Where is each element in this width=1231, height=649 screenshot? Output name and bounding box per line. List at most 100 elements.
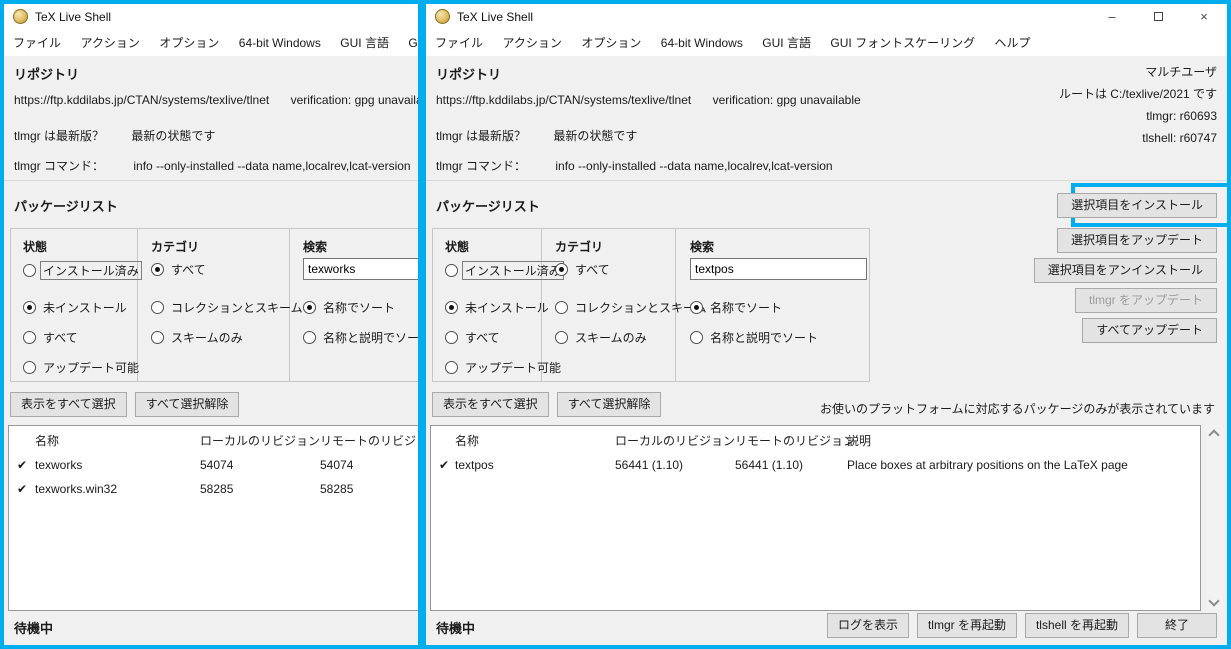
radio-installed[interactable]: インストール済み: [445, 261, 564, 280]
menu-platform[interactable]: 64-bit Windows: [661, 30, 743, 56]
quit-button[interactable]: 終了: [1137, 613, 1217, 638]
menu-help[interactable]: ヘルプ: [995, 30, 1031, 56]
radio-circle[interactable]: [690, 301, 703, 314]
search-input[interactable]: [303, 258, 422, 280]
tlmgr-command-line: tlmgr コマンド： info --only-installed --data…: [14, 157, 411, 174]
row-local-revision: 56441 (1.10): [615, 458, 683, 472]
select-all-displayed-button[interactable]: 表示をすべて選択: [10, 392, 127, 417]
menu-actions[interactable]: アクション: [80, 30, 139, 56]
radio-circle[interactable]: [445, 301, 458, 314]
menu-file[interactable]: ファイル: [435, 30, 483, 56]
radio-circle[interactable]: [151, 263, 164, 276]
menu-actions[interactable]: アクション: [502, 30, 561, 56]
tlmgr-version-line: tlmgr は最新版？ 最新の状態です: [14, 127, 215, 144]
column-header-local-revision[interactable]: ローカルのリビジョン: [200, 432, 320, 449]
repository-url: https://ftp.kddilabs.jp/CTAN/systems/tex…: [436, 93, 691, 107]
radio-category-all[interactable]: すべて: [151, 261, 206, 278]
menu-platform[interactable]: 64-bit Windows: [239, 30, 321, 56]
radio-sort-name-desc[interactable]: 名称と説明でソート: [303, 329, 422, 346]
radio-circle[interactable]: [555, 331, 568, 344]
radio-sort-name[interactable]: 名称でソート: [303, 299, 395, 316]
radio-not-installed[interactable]: 未インストール: [445, 299, 549, 316]
right-titlebar[interactable]: TeX Live Shell – ×: [426, 4, 1227, 30]
scroll-up-icon[interactable]: [1208, 429, 1219, 440]
radio-collections-schemes-label: コレクションとスキーム: [171, 299, 303, 316]
radio-all-status[interactable]: すべて: [23, 329, 78, 346]
row-check-icon[interactable]: ✔: [17, 458, 27, 472]
deselect-all-button[interactable]: すべて選択解除: [557, 392, 662, 417]
radio-circle[interactable]: [23, 264, 36, 277]
radio-sort-name[interactable]: 名称でソート: [690, 299, 782, 316]
update-selected-button[interactable]: 選択項目をアップデート: [1057, 228, 1217, 253]
left-titlebar[interactable]: TeX Live Shell: [4, 4, 422, 30]
install-selected-button[interactable]: 選択項目をインストール: [1057, 193, 1217, 218]
deselect-all-button[interactable]: すべて選択解除: [135, 392, 240, 417]
radio-sort-name-desc[interactable]: 名称と説明でソート: [690, 329, 818, 346]
radio-sort-name-label: 名称でソート: [323, 299, 395, 316]
selection-buttons: 表示をすべて選択 すべて選択解除: [432, 392, 661, 417]
radio-circle[interactable]: [555, 263, 568, 276]
radio-collections-schemes[interactable]: コレクションとスキーム: [555, 299, 707, 316]
radio-circle[interactable]: [690, 331, 703, 344]
status-filter-label: 状態: [23, 238, 47, 255]
radio-installed[interactable]: インストール済み: [23, 261, 142, 280]
window-title: TeX Live Shell: [457, 4, 533, 30]
left-window: TeX Live Shell ファイル アクション オプション 64-bit W…: [0, 0, 422, 649]
show-log-button[interactable]: ログを表示: [827, 613, 909, 638]
texlive-lion-icon: [13, 9, 28, 24]
category-filter-label: カテゴリ: [555, 238, 603, 255]
row-check-icon[interactable]: ✔: [439, 458, 449, 472]
menu-file[interactable]: ファイル: [13, 30, 61, 56]
radio-updatable[interactable]: アップデート可能: [445, 359, 561, 376]
radio-circle[interactable]: [445, 331, 458, 344]
column-header-local-revision[interactable]: ローカルのリビジョン: [615, 432, 735, 449]
menu-gui-font-scaling[interactable]: GUI フォントスケーリング: [408, 30, 422, 56]
table-scrollbar[interactable]: [1206, 425, 1223, 611]
row-check-icon[interactable]: ✔: [17, 482, 27, 496]
menu-gui-font-scaling[interactable]: GUI フォントスケーリング: [830, 30, 975, 56]
uninstall-selected-button[interactable]: 選択項目をアンインストール: [1034, 258, 1217, 283]
radio-category-all[interactable]: すべて: [555, 261, 610, 278]
radio-collections-schemes[interactable]: コレクションとスキーム: [151, 299, 303, 316]
update-all-button[interactable]: すべてアップデート: [1082, 318, 1217, 343]
menu-options[interactable]: オプション: [159, 30, 219, 56]
radio-not-installed-label: 未インストール: [465, 299, 549, 316]
menu-gui-language[interactable]: GUI 言語: [340, 30, 389, 56]
radio-schemes-only[interactable]: スキームのみ: [555, 329, 647, 346]
column-header-remote-revision[interactable]: リモートのリビジョン: [735, 432, 855, 449]
radio-circle[interactable]: [555, 301, 568, 314]
restart-tlmgr-button[interactable]: tlmgr を再起動: [917, 613, 1017, 638]
repository-verification: verification: gpg unavailable: [291, 93, 422, 107]
radio-circle[interactable]: [23, 331, 36, 344]
restart-tlshell-button[interactable]: tlshell を再起動: [1025, 613, 1129, 638]
radio-circle[interactable]: [151, 301, 164, 314]
radio-all-status[interactable]: すべて: [445, 329, 500, 346]
search-input[interactable]: [690, 258, 867, 280]
column-header-name[interactable]: 名称: [455, 432, 479, 449]
menu-options[interactable]: オプション: [581, 30, 641, 56]
radio-circle[interactable]: [303, 301, 316, 314]
scroll-down-icon[interactable]: [1208, 595, 1219, 606]
column-header-description[interactable]: 説明: [847, 432, 871, 449]
select-all-displayed-button[interactable]: 表示をすべて選択: [432, 392, 549, 417]
row-remote-revision: 58285: [320, 482, 353, 496]
tlmgr-version-line: tlmgr は最新版？ 最新の状態です: [436, 127, 637, 144]
root-path-label: ルートは C:/texlive/2021 です: [1059, 83, 1217, 105]
radio-schemes-only[interactable]: スキームのみ: [151, 329, 243, 346]
column-header-remote-revision[interactable]: リモートのリビジョン: [320, 432, 422, 449]
radio-circle[interactable]: [23, 361, 36, 374]
radio-circle[interactable]: [151, 331, 164, 344]
radio-not-installed[interactable]: 未インストール: [23, 299, 127, 316]
column-header-name[interactable]: 名称: [35, 432, 59, 449]
radio-circle[interactable]: [445, 361, 458, 374]
radio-circle[interactable]: [303, 331, 316, 344]
close-button[interactable]: ×: [1181, 4, 1227, 30]
radio-updatable[interactable]: アップデート可能: [23, 359, 139, 376]
radio-updatable-label: アップデート可能: [465, 359, 561, 376]
minimize-button[interactable]: –: [1089, 4, 1135, 30]
radio-circle[interactable]: [445, 264, 458, 277]
maximize-button[interactable]: [1135, 4, 1181, 30]
radio-all-status-label: すべて: [465, 329, 500, 346]
menu-gui-language[interactable]: GUI 言語: [762, 30, 811, 56]
radio-circle[interactable]: [23, 301, 36, 314]
